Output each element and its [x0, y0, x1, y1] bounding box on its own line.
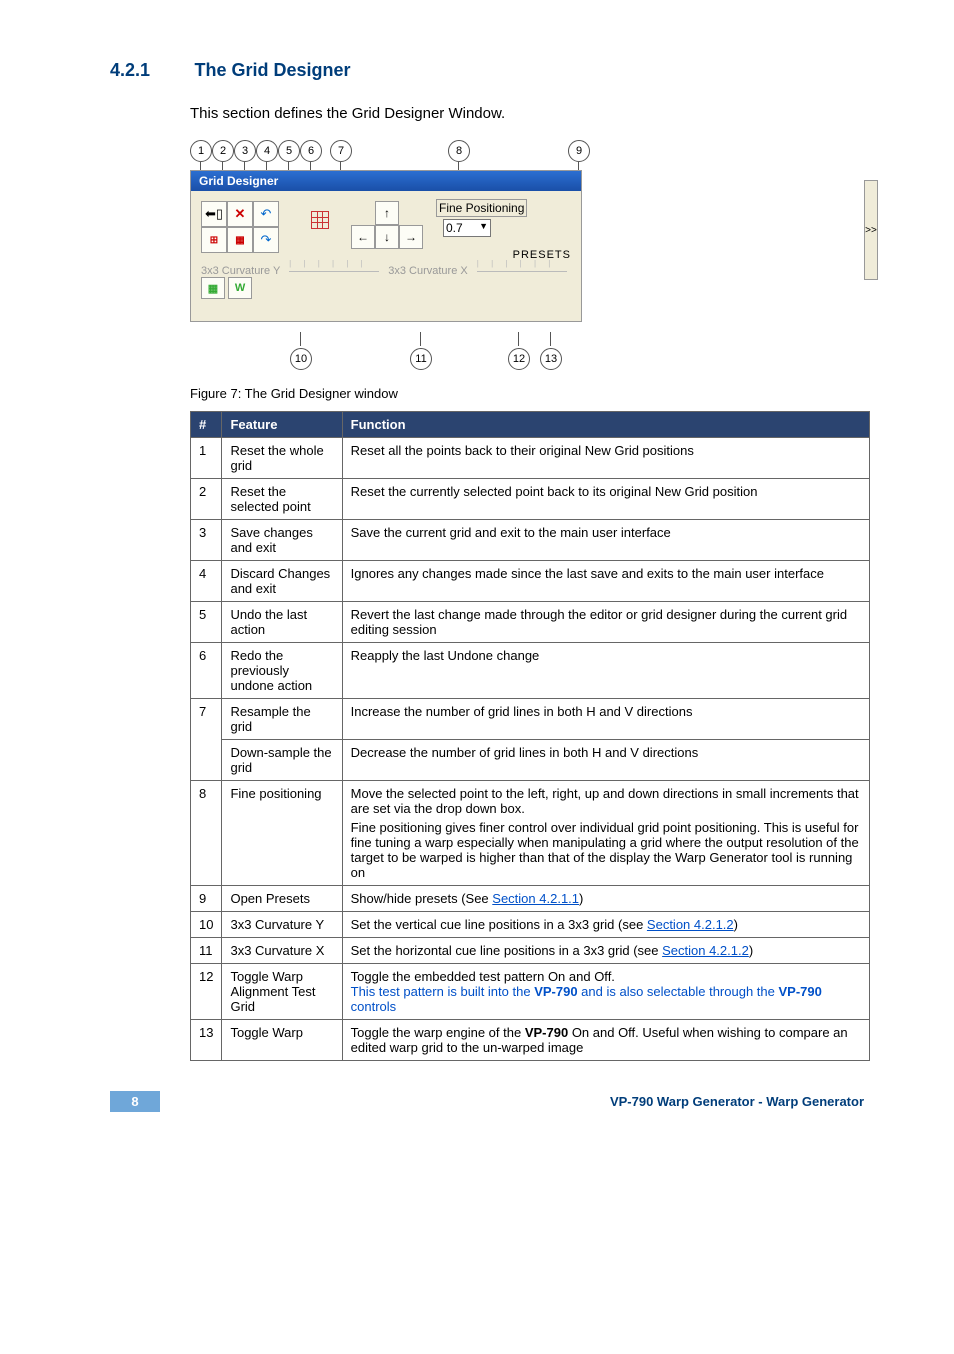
col-function: Function [342, 412, 869, 438]
toggle-warp-button[interactable]: W [228, 277, 252, 299]
callout-12: 12 [508, 348, 530, 370]
page-number: 8 [110, 1091, 160, 1112]
table-row: 6Redo the previously undone actionReappl… [191, 643, 870, 699]
callout-6: 6 [300, 140, 322, 162]
fine-left-button[interactable]: ← [351, 225, 375, 249]
fine-down-button[interactable]: ↓ [375, 225, 399, 249]
fine-positioning-label: Fine Positioning [436, 199, 527, 217]
table-row: 3Save changes and exitSave the current g… [191, 520, 870, 561]
save-exit-button[interactable]: ▦ [227, 227, 253, 253]
footer-title: VP-790 Warp Generator - Warp Generator [610, 1094, 864, 1109]
fine-step-value: 0.7 [446, 221, 463, 235]
section-number: 4.2.1 [110, 60, 190, 81]
fine-right-button[interactable]: → [399, 225, 423, 249]
callout-11: 11 [410, 348, 432, 370]
toggle-test-grid-button[interactable]: ▦ [201, 277, 225, 299]
callout-5: 5 [278, 140, 300, 162]
discard-button[interactable]: ✕ [227, 201, 253, 227]
page-footer: 8 VP-790 Warp Generator - Warp Generator [110, 1091, 864, 1112]
callout-3: 3 [234, 140, 256, 162]
table-row: 2Reset the selected pointReset the curre… [191, 479, 870, 520]
intro-text: This section defines the Grid Designer W… [190, 105, 864, 122]
resample-button[interactable] [311, 211, 329, 234]
curvature-x-label: 3x3 Curvature X [388, 265, 467, 277]
table-row: 7Resample the gridIncrease the number of… [191, 699, 870, 740]
curvature-x-slider[interactable] [477, 263, 567, 272]
callout-9: 9 [568, 140, 590, 162]
callout-7: 7 [330, 140, 352, 162]
reset-point-button[interactable]: ⊞ [201, 227, 227, 253]
table-row: 1Reset the whole gridReset all the point… [191, 438, 870, 479]
fine-positioning-pad: ↑ ←↓→ [351, 201, 423, 249]
reset-grid-button[interactable]: ⬅▯ [201, 201, 227, 227]
redo-button[interactable]: ↷ [253, 227, 279, 253]
col-num: # [191, 412, 222, 438]
grid-designer-diagram: 1 2 3 4 5 6 7 8 9 Grid Designer [190, 140, 864, 372]
table-row: 9Open Presets Show/hide presets (See Sec… [191, 886, 870, 912]
col-feature: Feature [222, 412, 342, 438]
table-row: 8Fine positioning Move the selected poin… [191, 781, 870, 886]
panel-title: Grid Designer [191, 171, 581, 191]
table-row: Down-sample the gridDecrease the number … [191, 740, 870, 781]
figure-caption: Figure 7: The Grid Designer window [190, 386, 864, 401]
callout-2: 2 [212, 140, 234, 162]
table-row: 113x3 Curvature X Set the horizontal cue… [191, 938, 870, 964]
fine-up-button[interactable]: ↑ [375, 201, 399, 225]
table-row: 5Undo the last actionRevert the last cha… [191, 602, 870, 643]
table-row: 4Discard Changes and exitIgnores any cha… [191, 561, 870, 602]
table-row: 103x3 Curvature Y Set the vertical cue l… [191, 912, 870, 938]
fine-step-dropdown[interactable]: 0.7 ▼ [443, 219, 491, 237]
link-section-4211[interactable]: Section 4.2.1.1 [492, 891, 579, 906]
chevron-down-icon: ▼ [479, 221, 488, 235]
section-title: The Grid Designer [194, 60, 350, 81]
callout-8: 8 [448, 140, 470, 162]
callout-13: 13 [540, 348, 562, 370]
feature-table: # Feature Function 1Reset the whole grid… [190, 411, 870, 1061]
link-section-4212[interactable]: Section 4.2.1.2 [647, 917, 734, 932]
curvature-y-label: 3x3 Curvature Y [201, 265, 280, 277]
table-row: 13Toggle Warp Toggle the warp engine of … [191, 1020, 870, 1061]
toolbar: ⬅▯✕↶ ⊞▦↷ [201, 201, 279, 253]
callout-10: 10 [290, 348, 312, 370]
section-heading: 4.2.1 The Grid Designer [110, 60, 864, 81]
undo-button[interactable]: ↶ [253, 201, 279, 227]
presets-expander[interactable]: >> [864, 180, 878, 280]
curvature-y-slider[interactable] [289, 263, 379, 272]
table-row: 12Toggle Warp Alignment Test Grid Toggle… [191, 964, 870, 1020]
callout-4: 4 [256, 140, 278, 162]
link-section-4212b[interactable]: Section 4.2.1.2 [662, 943, 749, 958]
grid-designer-panel: Grid Designer ⬅▯✕↶ ⊞▦↷ ↑ [190, 170, 582, 322]
callout-1: 1 [190, 140, 212, 162]
